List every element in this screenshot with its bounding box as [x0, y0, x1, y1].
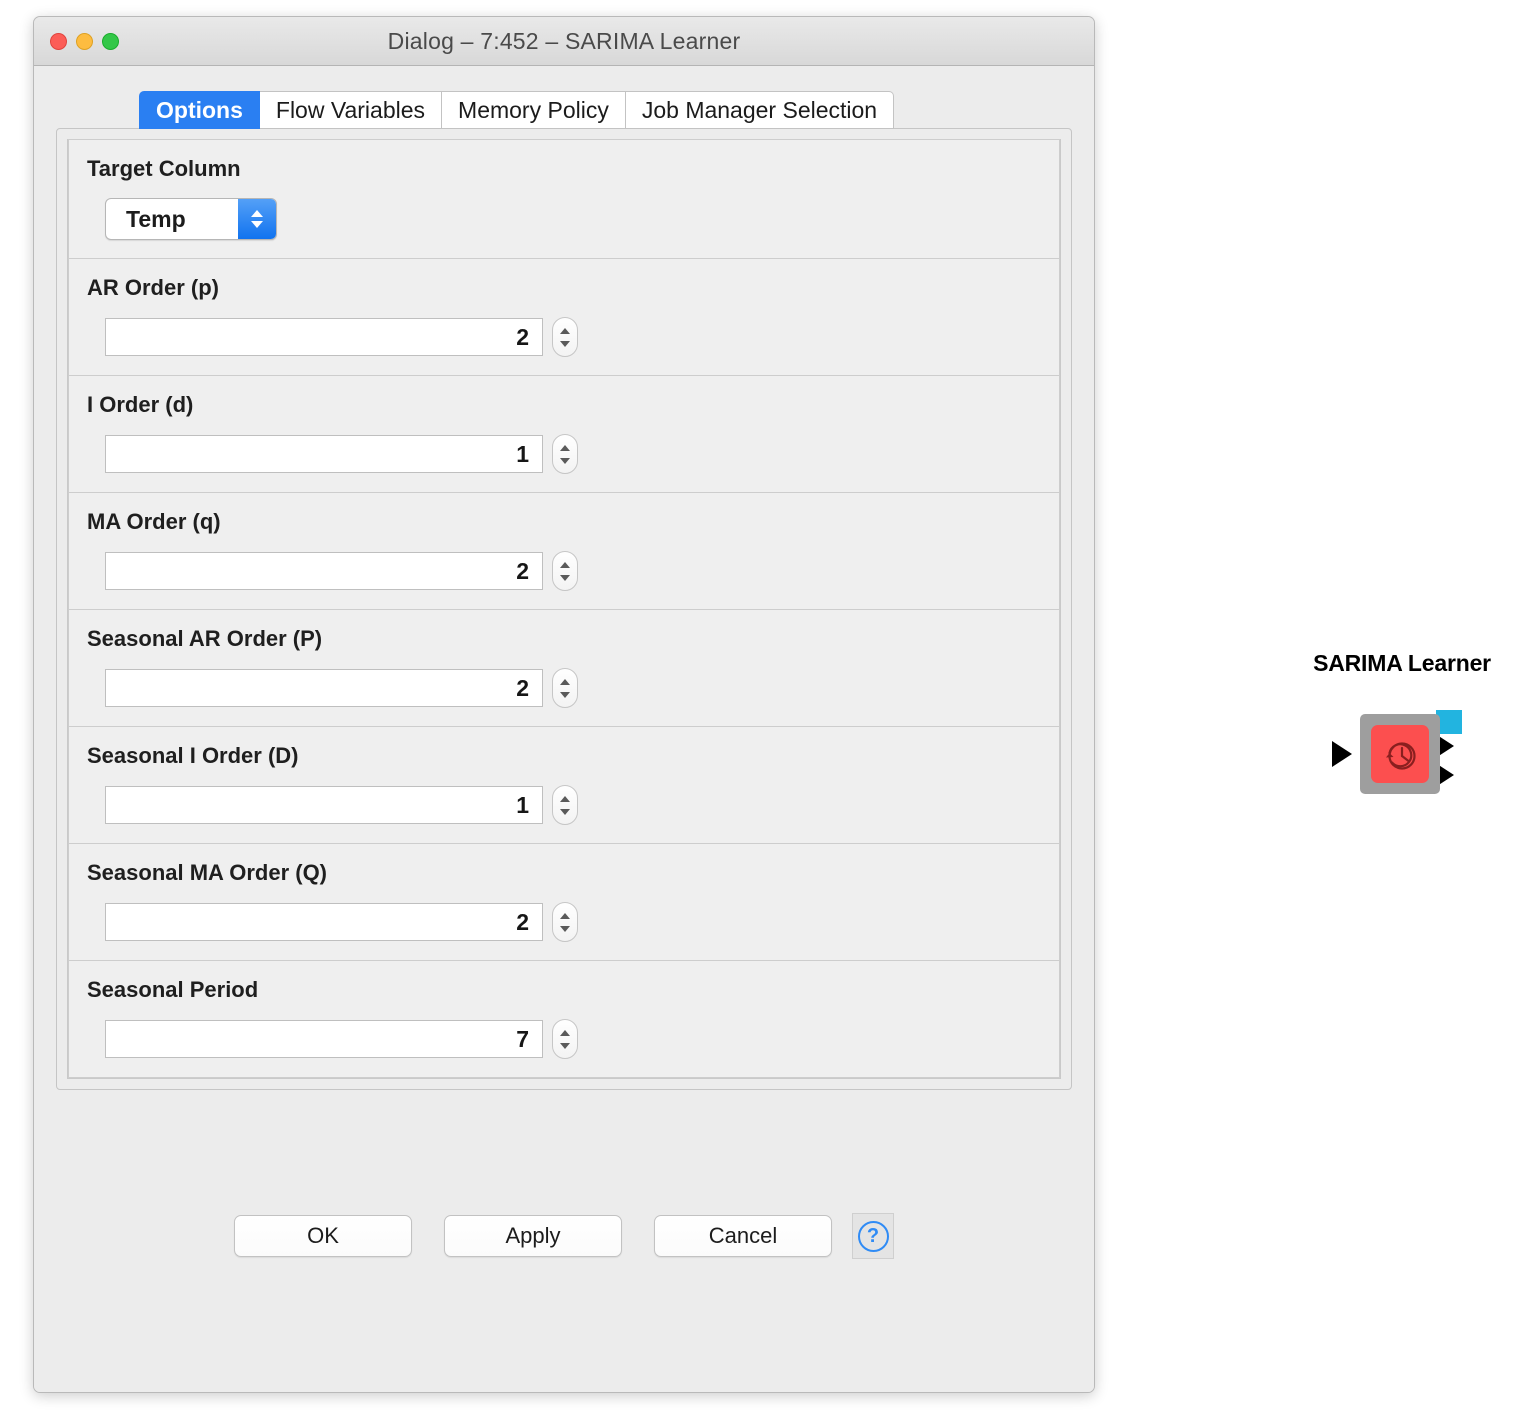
label-seasonal-ma-order-q: Seasonal MA Order (Q): [87, 860, 328, 885]
tab-job-manager-selection[interactable]: Job Manager Selection: [625, 91, 895, 129]
seasonal-ar-order-p-input[interactable]: 2: [105, 669, 543, 707]
seasonal-i-order-d-stepper[interactable]: [552, 785, 578, 825]
seasonal-ma-order-q-input[interactable]: 2: [105, 903, 543, 941]
tab-options[interactable]: Options: [139, 91, 260, 129]
ar-order-p-input[interactable]: 2: [105, 318, 543, 356]
window-controls: [50, 17, 119, 65]
group-seasonal-ar-order-p: Seasonal AR Order (P) 2: [68, 609, 1060, 727]
dialog-button-bar: OK Apply Cancel ?: [56, 1090, 1072, 1392]
seasonal-ar-order-p-stepper[interactable]: [552, 668, 578, 708]
cancel-button[interactable]: Cancel: [654, 1215, 832, 1257]
node-label: SARIMA Learner: [1313, 650, 1491, 676]
target-column-combo[interactable]: Temp: [105, 198, 277, 240]
tab-flow-variables[interactable]: Flow Variables: [259, 91, 443, 129]
label-ar-order-p: AR Order (p): [87, 275, 219, 300]
ma-order-q-row: 2: [105, 551, 1041, 591]
group-seasonal-i-order-d: Seasonal I Order (D) 1: [68, 726, 1060, 844]
group-ma-order-q: MA Order (q) 2: [68, 492, 1060, 610]
title-bar: Dialog – 7:452 – SARIMA Learner: [34, 17, 1094, 66]
help-button[interactable]: ?: [852, 1213, 894, 1259]
label-seasonal-ar-order-p: Seasonal AR Order (P): [87, 626, 323, 651]
window-title: Dialog – 7:452 – SARIMA Learner: [387, 27, 741, 54]
minimize-button[interactable]: [76, 32, 93, 50]
group-ar-order-p: AR Order (p) 2: [68, 258, 1060, 376]
chevron-updown-icon: [238, 199, 276, 239]
seasonal-i-order-d-row: 1: [105, 785, 1041, 825]
ma-order-q-stepper[interactable]: [552, 551, 578, 591]
node-body[interactable]: [1360, 714, 1440, 794]
close-button[interactable]: [50, 32, 67, 50]
question-mark-icon: ?: [857, 1220, 889, 1252]
ma-order-q-input[interactable]: 2: [105, 552, 543, 590]
i-order-d-input[interactable]: 1: [105, 435, 543, 473]
group-seasonal-period: Seasonal Period 7: [68, 960, 1060, 1078]
sarima-learner-dialog: Dialog – 7:452 – SARIMA Learner Options …: [33, 16, 1095, 1393]
label-i-order-d: I Order (d): [87, 392, 194, 417]
label-seasonal-i-order-d: Seasonal I Order (D): [87, 743, 299, 768]
seasonal-period-row: 7: [105, 1019, 1041, 1059]
i-order-d-row: 1: [105, 434, 1041, 474]
label-seasonal-period: Seasonal Period: [87, 977, 259, 1002]
workflow-node-sarima-learner[interactable]: SARIMA Learner: [1268, 650, 1536, 809]
i-order-d-stepper[interactable]: [552, 434, 578, 474]
zoom-button[interactable]: [102, 32, 119, 50]
tab-memory-policy[interactable]: Memory Policy: [442, 91, 626, 129]
group-seasonal-ma-order-q: Seasonal MA Order (Q) 2: [68, 843, 1060, 961]
ar-order-p-stepper[interactable]: [552, 317, 578, 357]
group-i-order-d: I Order (d) 1: [68, 375, 1060, 493]
seasonal-period-input[interactable]: 7: [105, 1020, 543, 1058]
seasonal-ma-order-q-row: 2: [105, 902, 1041, 942]
seasonal-ar-order-p-row: 2: [105, 668, 1041, 708]
dialog-content: Options Flow Variables Memory Policy Job…: [34, 66, 1094, 1392]
tab-bar: Options Flow Variables Memory Policy Job…: [56, 91, 1072, 129]
option-groups: Target Column Temp AR Order (p) 2 I Orde…: [67, 139, 1061, 1079]
node-figure: [1322, 704, 1482, 809]
seasonal-period-stepper[interactable]: [552, 1019, 578, 1059]
node-icon-background: [1371, 725, 1429, 783]
label-ma-order-q: MA Order (q): [87, 509, 221, 534]
seasonal-ma-order-q-stepper[interactable]: [552, 902, 578, 942]
apply-button[interactable]: Apply: [444, 1215, 622, 1257]
group-target-column: Target Column Temp: [68, 139, 1060, 259]
clock-history-icon: [1386, 742, 1416, 770]
node-input-port[interactable]: [1332, 741, 1352, 767]
seasonal-i-order-d-input[interactable]: 1: [105, 786, 543, 824]
ar-order-p-row: 2: [105, 317, 1041, 357]
ok-button[interactable]: OK: [234, 1215, 412, 1257]
label-target-column: Target Column: [87, 156, 241, 181]
target-column-value: Temp: [126, 205, 186, 232]
options-tab-panel: Target Column Temp AR Order (p) 2 I Orde…: [56, 128, 1072, 1090]
